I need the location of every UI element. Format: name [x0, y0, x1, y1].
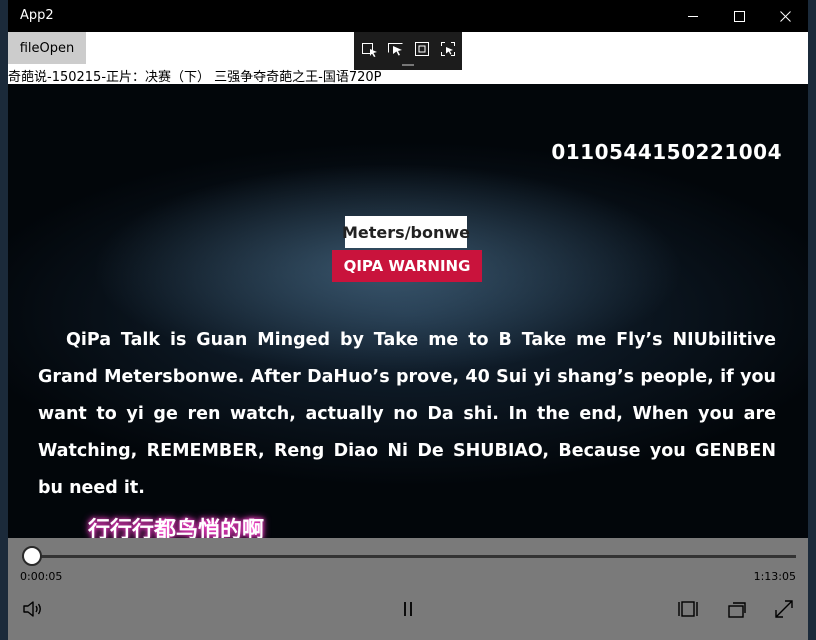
- fullscreen-icon: [775, 600, 793, 618]
- window-title: App2: [20, 8, 54, 23]
- minimize-button[interactable]: [670, 0, 716, 32]
- video-code-overlay: 0110544150221004: [551, 140, 782, 164]
- file-open-button[interactable]: fileOpen: [8, 32, 86, 64]
- sponsor-logo: Meters/bonwe: [342, 216, 470, 248]
- title-bar[interactable]: App2: [8, 0, 808, 32]
- video-frame[interactable]: 0110544150221004 Meters/bonwe QIPA WARNI…: [8, 84, 808, 538]
- maximize-icon: [733, 10, 745, 22]
- cast-icon: [728, 602, 746, 618]
- minimize-icon: [688, 15, 698, 17]
- track-focus-button[interactable]: [439, 40, 457, 58]
- pause-button[interactable]: [397, 598, 419, 620]
- warning-banner: QIPA WARNING: [332, 250, 482, 282]
- video-intro-paragraph: QiPa Talk is Guan Minged by Take me to B…: [38, 330, 776, 498]
- layout-bounds-icon: [415, 42, 429, 56]
- pointer-button[interactable]: [387, 40, 405, 58]
- aspect-ratio-button[interactable]: [677, 598, 699, 620]
- fullscreen-button[interactable]: [773, 598, 795, 620]
- select-element-button[interactable]: [361, 40, 379, 58]
- track-focus-icon: [441, 42, 455, 56]
- media-transport-controls: 0:00:05 1:13:05: [8, 538, 808, 640]
- video-intro-text: QiPa Talk is Guan Minged by Take me to B…: [38, 322, 776, 507]
- media-filename: 奇葩说-150215-正片：决赛（下） 三强争夺奇葩之王-国语720P: [8, 70, 382, 85]
- close-button[interactable]: [762, 0, 808, 32]
- video-subtitle: 行行行都鸟悄的啊: [88, 518, 265, 538]
- seek-thumb[interactable]: [21, 546, 42, 566]
- cast-button[interactable]: [725, 598, 747, 620]
- layout-bounds-button[interactable]: [413, 40, 431, 58]
- elapsed-time: 0:00:05: [20, 570, 63, 583]
- aspect-ratio-icon: [678, 601, 698, 617]
- maximize-button[interactable]: [716, 0, 762, 32]
- app-window: App2 fileOpen 奇葩说-150215-正片：决赛（下） 三强争夺奇葩…: [8, 0, 808, 640]
- close-icon: [779, 10, 791, 22]
- total-duration: 1:13:05: [753, 570, 796, 583]
- pointer-icon: [388, 43, 403, 56]
- pause-icon: [404, 602, 412, 616]
- toolbar-collapse-handle[interactable]: [402, 64, 414, 66]
- seek-bar[interactable]: [22, 555, 796, 558]
- select-element-icon: [362, 43, 377, 57]
- debug-overlay-toolbar: [354, 32, 462, 70]
- volume-icon: [23, 601, 41, 617]
- volume-button[interactable]: [21, 598, 43, 620]
